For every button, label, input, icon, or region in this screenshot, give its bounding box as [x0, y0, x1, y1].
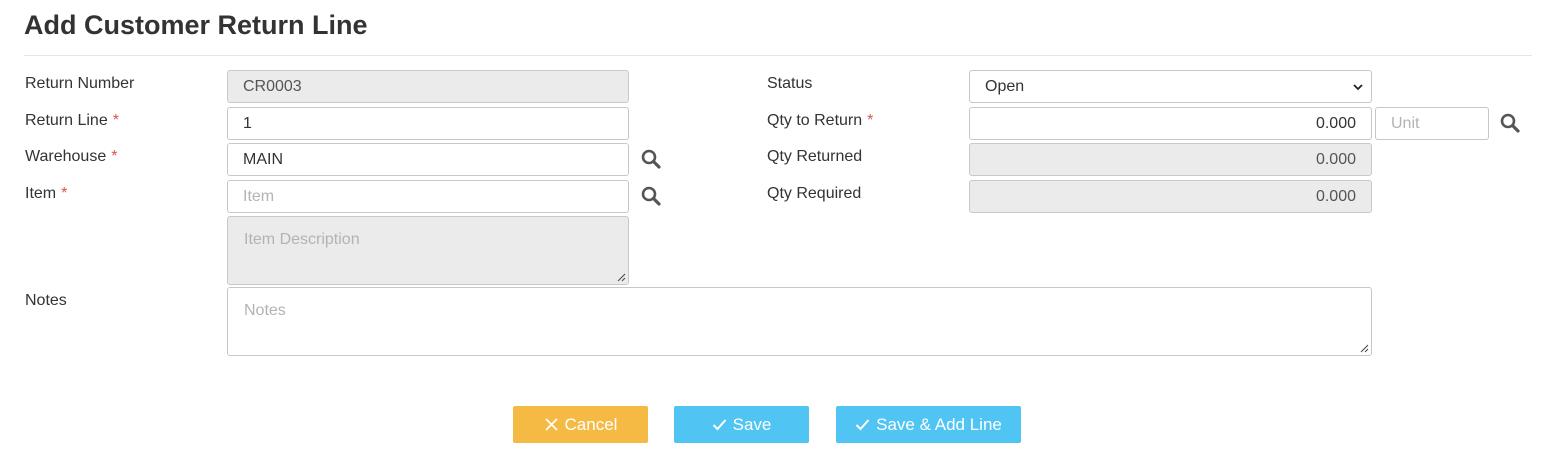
search-icon[interactable]: [640, 185, 662, 207]
qty-to-return-field[interactable]: 0.000: [969, 107, 1372, 140]
qty-returned-field: 0.000: [969, 143, 1372, 176]
cancel-button-label: Cancel: [564, 414, 618, 434]
qty-returned-value: 0.000: [1315, 150, 1356, 168]
title-divider: [24, 55, 1532, 56]
chevron-down-icon: [1353, 84, 1363, 91]
return-line-value: 1: [243, 114, 252, 132]
status-label: Status: [767, 74, 812, 94]
qty-required-field: 0.000: [969, 180, 1372, 213]
warehouse-label-text: Warehouse: [25, 148, 107, 165]
warehouse-value: MAIN: [243, 150, 283, 168]
close-icon: [544, 418, 558, 431]
qty-to-return-label: Qty to Return *: [767, 111, 873, 131]
notes-label-text: Notes: [25, 292, 67, 309]
return-number-label: Return Number: [25, 74, 134, 94]
save-add-line-button[interactable]: Save & Add Line: [836, 406, 1021, 443]
item-label: Item *: [25, 184, 67, 204]
warehouse-label: Warehouse *: [25, 147, 117, 167]
required-mark: *: [111, 148, 118, 165]
return-line-field[interactable]: 1: [227, 107, 629, 140]
return-line-label: Return Line *: [25, 111, 119, 131]
page-title: Add Customer Return Line: [24, 10, 368, 40]
qty-to-return-label-text: Qty to Return: [767, 112, 863, 129]
required-mark: *: [112, 112, 119, 129]
item-description-placeholder: Item Description: [244, 231, 360, 248]
status-value: Open: [985, 77, 1025, 95]
save-add-line-button-label: Save & Add Line: [876, 414, 1002, 434]
search-icon[interactable]: [640, 148, 662, 170]
item-field[interactable]: Item: [227, 180, 629, 213]
cancel-button[interactable]: Cancel: [513, 406, 648, 443]
resize-grip-icon[interactable]: [616, 272, 626, 282]
notes-placeholder: Notes: [244, 302, 286, 319]
check-icon: [855, 419, 870, 431]
return-line-label-text: Return Line: [25, 112, 108, 129]
resize-grip-icon[interactable]: [1359, 343, 1369, 353]
warehouse-field[interactable]: MAIN: [227, 143, 629, 176]
required-mark: *: [61, 185, 68, 202]
notes-label: Notes: [25, 291, 67, 311]
qty-returned-label: Qty Returned: [767, 147, 862, 167]
qty-required-label: Qty Required: [767, 184, 861, 204]
item-description-field: Item Description: [227, 216, 629, 285]
status-label-text: Status: [767, 75, 813, 92]
qty-required-value: 0.000: [1315, 187, 1356, 205]
return-number-value: CR0003: [243, 77, 302, 95]
notes-field[interactable]: Notes: [227, 287, 1372, 356]
save-button-label: Save: [732, 414, 772, 434]
qty-required-label-text: Qty Required: [767, 185, 862, 202]
search-icon[interactable]: [1499, 112, 1521, 134]
save-button[interactable]: Save: [674, 406, 809, 443]
required-mark: *: [867, 112, 874, 129]
unit-placeholder: Unit: [1391, 114, 1420, 132]
status-select[interactable]: Open: [969, 70, 1372, 103]
unit-field[interactable]: Unit: [1375, 107, 1489, 140]
qty-to-return-value: 0.000: [1315, 114, 1356, 132]
qty-returned-label-text: Qty Returned: [767, 148, 863, 165]
return-number-label-text: Return Number: [25, 75, 135, 92]
return-number-field: CR0003: [227, 70, 629, 103]
item-label-text: Item: [25, 185, 57, 202]
check-icon: [712, 419, 726, 431]
item-placeholder: Item: [243, 187, 275, 205]
